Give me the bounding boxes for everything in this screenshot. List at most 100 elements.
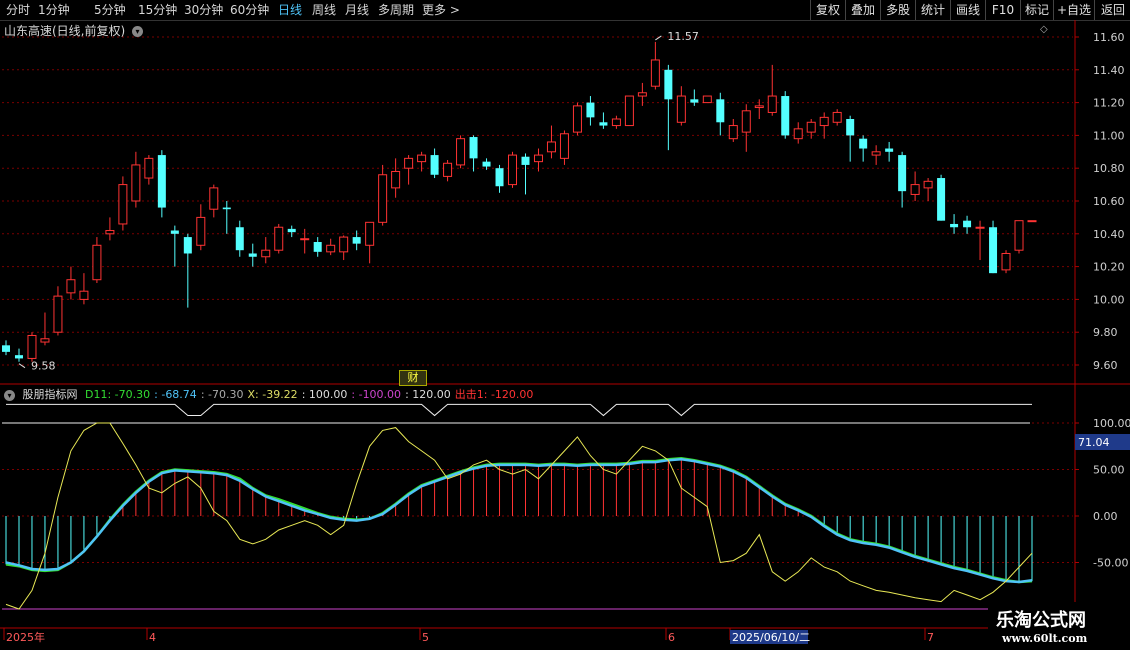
finance-badge[interactable]: 财 xyxy=(399,370,427,386)
diamond-icon[interactable]: ◇ xyxy=(1040,24,1048,35)
watermark-title: 乐淘公式网 xyxy=(996,610,1086,631)
date-label: 7 xyxy=(927,631,934,644)
candle-body xyxy=(624,95,634,127)
candle-body xyxy=(66,279,76,294)
candle-body xyxy=(417,154,427,163)
stock-name: 山东高速(日线,前复权) xyxy=(4,24,126,38)
date-label: 2025年 xyxy=(6,630,45,644)
indicator-value: : -70.30 xyxy=(200,388,244,401)
candle-body xyxy=(975,226,985,229)
series-line-D11 xyxy=(5,457,1033,584)
indicator-value: : 100.00 xyxy=(301,388,348,401)
candle-body xyxy=(989,227,998,274)
date-label: 2025/06/10/二 xyxy=(732,631,810,644)
low-label: 9.58 xyxy=(31,360,56,373)
candle-body xyxy=(495,168,504,187)
candle-body xyxy=(1014,220,1024,251)
kline-tick-label: 10.00 xyxy=(1093,293,1125,306)
candle-body xyxy=(209,187,219,210)
indicator-value: X: -39.22 xyxy=(247,388,298,401)
candle-body xyxy=(261,249,271,258)
candle-body xyxy=(546,141,556,153)
candle-body xyxy=(222,207,231,210)
candle-body xyxy=(664,69,673,100)
candle-body xyxy=(741,110,751,133)
chevron-down-icon[interactable]: ▾ xyxy=(4,389,15,401)
candle-body xyxy=(79,290,89,300)
candle-body xyxy=(196,216,206,246)
indicator-value: : -100.00 xyxy=(351,388,402,401)
candle-body xyxy=(702,95,712,104)
candle-body xyxy=(1001,252,1011,271)
candle-body xyxy=(846,119,855,136)
candle-body xyxy=(859,138,868,149)
candle-body xyxy=(716,99,725,123)
indicator-name: 股朋指标网 xyxy=(22,388,78,401)
series-line-ma xyxy=(5,458,1033,584)
candle-body xyxy=(404,157,414,169)
candle-body xyxy=(183,237,192,254)
date-label: 5 xyxy=(422,631,429,644)
candle-body xyxy=(586,102,595,118)
candle-body xyxy=(131,164,141,202)
candle-body xyxy=(53,295,63,333)
candle-body xyxy=(950,223,959,228)
candle-body xyxy=(781,96,790,136)
candle-body xyxy=(690,99,699,103)
indicator-tick-label: -50.00 xyxy=(1093,557,1128,570)
candle-body xyxy=(832,111,842,123)
candle-body xyxy=(14,355,23,359)
candle-body xyxy=(352,237,361,244)
candle-body xyxy=(754,105,764,109)
candle-body xyxy=(871,151,881,156)
kline-tick-label: 9.80 xyxy=(1093,326,1118,339)
candle-body xyxy=(508,154,518,186)
indicator-tick-label: 50.00 xyxy=(1093,464,1125,477)
candle-body xyxy=(650,59,660,87)
candle-body xyxy=(469,137,478,159)
candle-body xyxy=(118,184,128,225)
kline-tick-label: 10.60 xyxy=(1093,195,1125,208)
indicator-value: D11: -70.30 xyxy=(85,388,151,401)
kline-chart[interactable]: 11.60 11.40 11.20 11.00 10.80 10.60 10.40 10.20… xyxy=(0,0,1130,650)
candle-body xyxy=(819,116,829,127)
candle-body xyxy=(365,221,375,246)
candle-body xyxy=(572,105,582,133)
candle-body xyxy=(885,148,894,152)
candle-body xyxy=(274,226,284,251)
candle-body xyxy=(482,161,491,167)
candle-body xyxy=(235,227,244,251)
kline-tick-label: 11.60 xyxy=(1093,31,1125,44)
candle-body xyxy=(92,244,102,281)
candle-body xyxy=(105,230,115,235)
candle-body xyxy=(157,155,166,208)
candle-body xyxy=(339,236,349,253)
indicator-values: D11: -70.30: -68.74: -70.30 X: -39.22: 10… xyxy=(85,388,537,401)
candle-body xyxy=(806,121,816,133)
value-badge-label: 71.04 xyxy=(1078,436,1110,449)
candle-body xyxy=(456,138,466,166)
candle-body xyxy=(521,156,530,165)
candle-body xyxy=(2,345,10,352)
kline-tick-label: 9.60 xyxy=(1093,359,1118,372)
candle-body xyxy=(676,95,686,123)
candle-body xyxy=(248,253,257,257)
candle-body xyxy=(378,174,388,223)
stock-title: 山东高速(日线,前复权) ▾ xyxy=(4,22,144,39)
low-marker xyxy=(18,363,26,369)
date-label: 4 xyxy=(149,631,156,644)
candle-body xyxy=(300,238,310,241)
watermark-url: www.60lt.com xyxy=(1002,632,1088,645)
candle-body xyxy=(170,230,179,234)
candle-body xyxy=(793,128,803,140)
candle-body xyxy=(923,180,933,189)
candle-body xyxy=(898,155,907,192)
candle-body xyxy=(937,178,946,221)
candle-body xyxy=(326,244,336,253)
indicator-tick-label: 100.00 xyxy=(1093,417,1130,430)
high-label: 11.57 xyxy=(667,30,699,43)
candle-body xyxy=(287,228,296,233)
kline-tick-label: 10.80 xyxy=(1093,162,1125,175)
chevron-down-icon[interactable]: ▾ xyxy=(132,26,144,37)
candle-body xyxy=(767,95,777,113)
